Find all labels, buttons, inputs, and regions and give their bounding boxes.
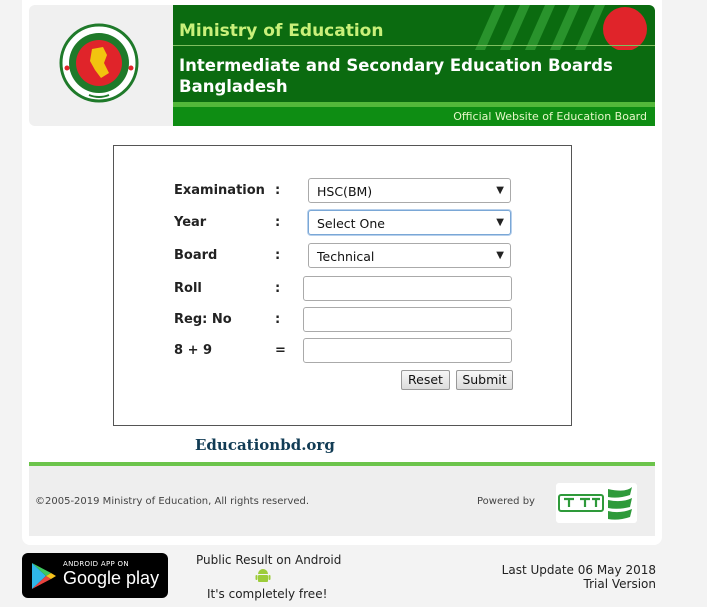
year-row: Year : Select One ▼: [114, 210, 571, 236]
last-update-text: Last Update 06 May 2018: [501, 563, 656, 577]
submit-button[interactable]: Submit: [456, 370, 513, 390]
reg-label: Reg: No: [174, 312, 232, 327]
captcha-input[interactable]: [303, 338, 512, 363]
year-label: Year: [174, 215, 207, 230]
examination-select[interactable]: HSC(BM) ▼: [308, 178, 511, 203]
trial-version-text: Trial Version: [583, 577, 656, 591]
google-play-icon: [32, 563, 56, 589]
examination-row: Examination : HSC(BM) ▼: [114, 178, 571, 204]
free-text: It's completely free!: [207, 587, 328, 601]
teletalk-logo-icon: [558, 487, 632, 520]
reset-button[interactable]: Reset: [401, 370, 450, 390]
examination-value: HSC(BM): [317, 184, 373, 199]
copyright-text: ©2005-2019 Ministry of Education, All ri…: [35, 496, 310, 507]
page-container: Ministry of Education Intermediate and S…: [22, 0, 662, 545]
year-colon: :: [275, 215, 281, 230]
chevron-down-icon: ▼: [496, 250, 504, 261]
public-result-text: Public Result on Android: [196, 553, 342, 567]
board-colon: :: [275, 248, 281, 263]
teletalk-logo[interactable]: [556, 483, 637, 523]
official-bar: Official Website of Education Board: [173, 107, 655, 126]
government-seal-icon: [59, 23, 139, 103]
google-play-badge[interactable]: ANDROID APP ON Google play: [22, 553, 168, 598]
roll-row: Roll :: [114, 276, 571, 302]
reg-row: Reg: No :: [114, 307, 571, 333]
logo-area: [29, 5, 173, 126]
board-value: Technical: [317, 249, 375, 264]
captcha-row: 8 + 9 =: [114, 338, 571, 364]
update-info: Last Update 06 May 2018 Trial Version: [502, 563, 656, 591]
reg-colon: :: [275, 312, 281, 327]
header-banner: Ministry of Education Intermediate and S…: [173, 5, 655, 126]
site-header: Ministry of Education Intermediate and S…: [29, 5, 655, 126]
site-footer: ©2005-2019 Ministry of Education, All ri…: [29, 466, 655, 536]
ministry-title: Ministry of Education: [179, 21, 384, 41]
play-badge-title: Google play: [63, 568, 160, 588]
result-form: Examination : HSC(BM) ▼ Year : Select On…: [113, 145, 572, 426]
site-name: Educationbd.org: [195, 436, 335, 454]
examination-colon: :: [275, 183, 281, 198]
official-website-label: Official Website of Education Board: [453, 110, 647, 123]
captcha-label: 8 + 9: [174, 343, 213, 358]
roll-input[interactable]: [303, 276, 512, 301]
captcha-equals: =: [275, 343, 286, 358]
chevron-down-icon: ▼: [496, 185, 504, 196]
chevron-down-icon: ▼: [496, 217, 504, 228]
boards-title: Intermediate and Secondary Education Boa…: [179, 56, 613, 96]
powered-by-label: Powered by: [477, 496, 535, 507]
reg-input[interactable]: [303, 307, 512, 332]
board-label: Board: [174, 248, 218, 263]
roll-label: Roll: [174, 281, 202, 296]
android-icon: [255, 569, 271, 582]
board-select[interactable]: Technical ▼: [308, 243, 511, 268]
year-value: Select One: [317, 216, 385, 231]
banner-divider: [173, 45, 655, 46]
year-select[interactable]: Select One ▼: [308, 210, 511, 235]
examination-label: Examination: [174, 183, 265, 198]
flag-decoration-icon: [475, 5, 647, 50]
roll-colon: :: [275, 281, 281, 296]
board-row: Board : Technical ▼: [114, 243, 571, 269]
play-badge-caption: ANDROID APP ON: [63, 560, 129, 568]
